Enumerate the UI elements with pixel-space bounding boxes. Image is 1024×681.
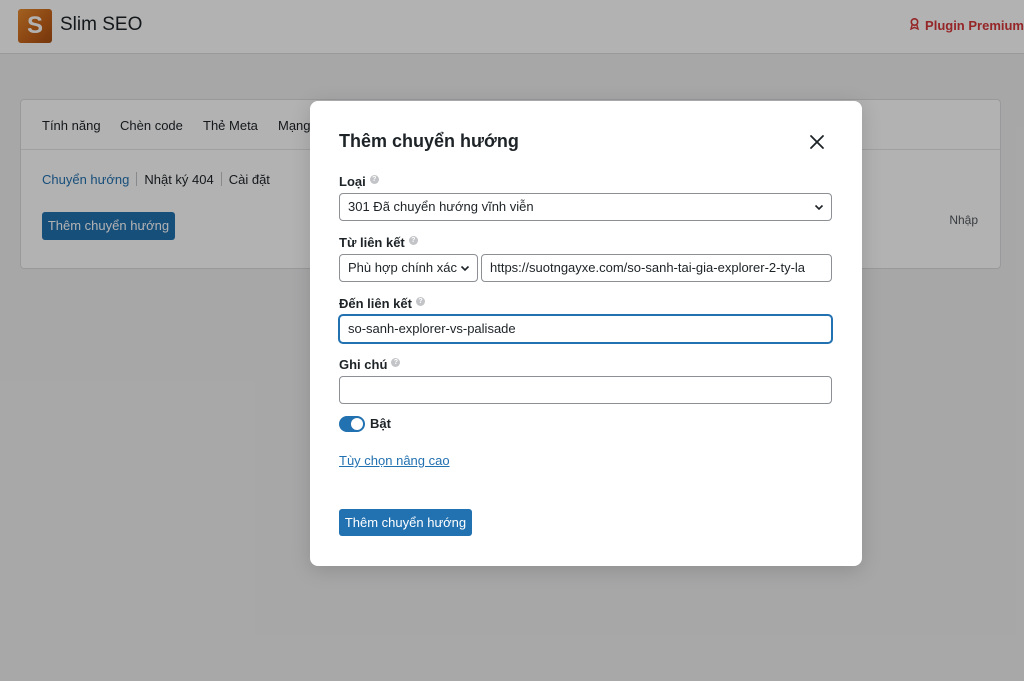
match-type-select[interactable]: Phù hợp chính xác [339, 254, 478, 282]
help-icon: ? [415, 297, 425, 306]
note-input[interactable] [339, 376, 832, 404]
note-label: Ghi chú? [339, 357, 401, 372]
type-label: Loại? [339, 174, 379, 189]
from-url-input[interactable]: https://suotngayxe.com/so-sanh-tai-gia-e… [481, 254, 832, 282]
from-url-label: Từ liên kết? [339, 235, 418, 250]
close-icon [810, 135, 824, 149]
submit-redirect-button[interactable]: Thêm chuyển hướng [339, 509, 472, 536]
chevron-down-icon [814, 204, 824, 211]
advanced-options-link[interactable]: Tùy chọn nâng cao [339, 453, 450, 468]
to-url-input[interactable]: so-sanh-explorer-vs-palisade [339, 315, 832, 343]
modal-title: Thêm chuyển hướng [339, 131, 519, 151]
chevron-down-icon [460, 265, 470, 272]
to-url-label: Đến liên kết? [339, 296, 425, 311]
help-icon: ? [408, 236, 418, 245]
toggle-knob [351, 417, 363, 430]
enabled-label: Bật [370, 416, 391, 432]
add-redirect-modal: Thêm chuyển hướng Loại? 301 Đã chuyển hư… [310, 101, 862, 566]
help-icon: ? [391, 358, 401, 367]
help-icon: ? [369, 175, 379, 184]
redirect-type-select[interactable]: 301 Đã chuyển hướng vĩnh viễn [339, 193, 832, 221]
enabled-toggle-row: Bật [339, 415, 391, 432]
enabled-toggle[interactable] [339, 415, 365, 432]
close-button[interactable] [804, 129, 830, 155]
